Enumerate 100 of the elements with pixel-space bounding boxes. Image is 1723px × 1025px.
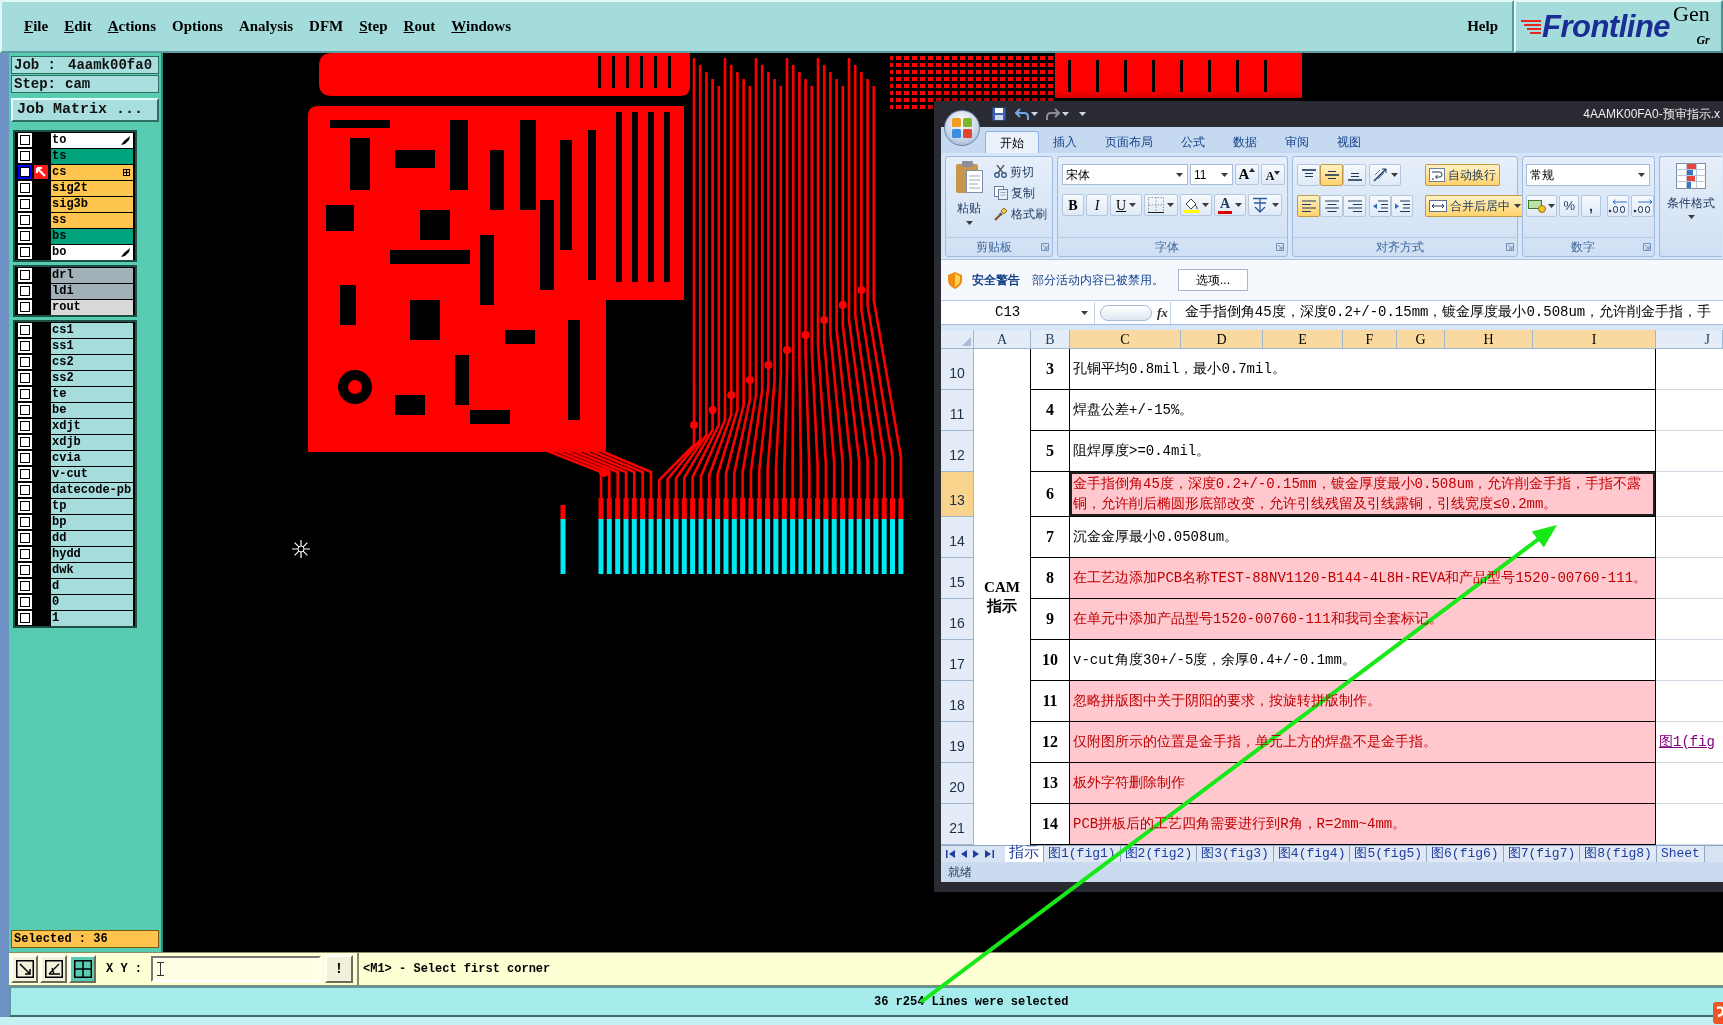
formula-bar-handle[interactable] [1100,304,1152,321]
layer-checkbox[interactable] [18,245,32,259]
column-header[interactable]: D [1181,330,1263,348]
layer-name[interactable]: ss2 [51,370,133,386]
layer-name[interactable]: cs [51,164,133,180]
column-header[interactable]: I [1533,330,1656,348]
grow-font-button[interactable]: A [1235,164,1259,185]
office-button[interactable] [944,110,980,146]
undo-icon[interactable] [1015,108,1029,120]
layer-name[interactable]: tp [51,498,133,514]
align-center-button[interactable] [1320,195,1343,217]
sheet-tab[interactable]: 指示 [1005,846,1044,862]
layer-checkbox[interactable] [18,579,32,593]
italic-button[interactable]: I [1086,194,1108,216]
layer-checkbox[interactable] [18,197,32,211]
menu-item[interactable]: Analysis [238,15,294,38]
job-matrix-button[interactable]: Job Matrix ... [11,98,159,122]
layer-checkbox[interactable] [18,284,32,298]
column-header[interactable]: E [1263,330,1343,348]
tool-button[interactable] [40,955,67,983]
ribbon-tab[interactable]: 视图 [1323,131,1375,153]
last-sheet-icon[interactable] [985,850,994,858]
row-header[interactable]: 20 [941,763,974,804]
layer-checkbox[interactable] [18,149,32,163]
middle-align-button[interactable] [1320,164,1343,186]
layer-name[interactable]: cvia [51,450,133,466]
merge-center-button[interactable]: 合并后居中 [1425,195,1525,217]
first-sheet-icon[interactable] [946,850,955,858]
align-right-button[interactable] [1343,195,1366,217]
redo-icon[interactable] [1046,108,1060,120]
layer-name[interactable]: datecode-pb [51,482,133,498]
copy-button[interactable]: 复制 [992,182,1050,203]
layer-name[interactable]: ts [51,148,133,164]
layer-name[interactable]: cs2 [51,354,133,370]
next-sheet-icon[interactable] [973,850,979,858]
menu-item[interactable]: Windows [451,15,512,38]
formula-field[interactable]: 金手指倒角45度，深度0.2+/-0.15mm，镀金厚度最小0.508um，允许削金手指，手 [1169,301,1723,324]
layer-checkbox[interactable] [18,323,32,337]
row-header[interactable]: 15 [941,558,974,599]
font-color-button[interactable]: A [1214,194,1246,216]
layer-checkbox[interactable] [18,483,32,497]
font-size-field[interactable]: 11 [1190,164,1233,185]
row-header[interactable]: 18 [941,681,974,722]
phonetic-guide-button[interactable] [1248,194,1282,216]
ribbon-tab[interactable]: 插入 [1039,131,1091,153]
layer-checkbox[interactable] [18,387,32,401]
layer-checkbox[interactable] [18,451,32,465]
shrink-font-button[interactable]: A [1261,164,1285,185]
layer-name[interactable]: bo [51,244,133,260]
paste-button[interactable]: 粘贴 [949,160,989,237]
row-header[interactable]: 11 [941,390,974,431]
bottom-align-button[interactable] [1343,164,1366,186]
menu-item[interactable]: Edit [64,15,92,38]
comma-style-button[interactable]: , [1581,195,1601,217]
text-orientation-button[interactable] [1369,164,1401,186]
layer-name[interactable]: ldi [51,283,133,299]
options-button[interactable]: 选项... [1178,269,1248,291]
row-header[interactable]: 16 [941,599,974,640]
column-header[interactable]: C [1070,330,1181,348]
row-header[interactable]: 19 [941,722,974,763]
layer-name[interactable]: to [51,132,133,148]
tool-button[interactable] [69,955,96,983]
layer-checkbox[interactable] [18,339,32,353]
layer-checkbox[interactable] [18,355,32,369]
fill-color-button[interactable] [1180,194,1212,216]
layer-name[interactable]: d [51,578,133,594]
underline-button[interactable]: U [1110,194,1142,216]
insert-function-button[interactable]: fx [1157,302,1168,323]
layer-checkbox[interactable] [18,595,32,609]
layer-checkbox[interactable] [18,371,32,385]
row-header[interactable]: 10 [941,349,974,390]
layer-name[interactable]: v-cut [51,466,133,482]
layer-name[interactable]: sig2t [51,180,133,196]
column-header[interactable]: H [1445,330,1533,348]
sheet-tab[interactable]: 图7(fig7) [1503,846,1581,862]
conditional-format-button[interactable]: 条件格式 [1660,157,1722,219]
menu-item[interactable]: DFM [309,15,344,38]
save-icon[interactable] [992,107,1006,121]
layer-name[interactable]: dwk [51,562,133,578]
row-header[interactable]: 13 [941,472,974,517]
accounting-format-button[interactable] [1526,195,1558,217]
ribbon-tab[interactable]: 页面布局 [1091,131,1167,153]
decrease-indent-button[interactable] [1369,195,1391,217]
layer-name[interactable]: rout [51,299,133,315]
layer-checkbox[interactable] [18,547,32,561]
menu-item[interactable]: Step [359,15,388,38]
layer-name[interactable]: dd [51,530,133,546]
layer-name[interactable]: 0 [51,594,133,610]
xy-input-field[interactable] [151,956,321,982]
column-header[interactable]: A [974,330,1031,348]
ribbon-tab[interactable]: 数据 [1219,131,1271,153]
format-painter-button[interactable]: 格式刷 [992,203,1050,224]
layer-checkbox[interactable] [18,467,32,481]
sheet-tab[interactable]: 图5(fig5) [1350,846,1428,862]
link[interactable]: 图1(fig [1659,731,1715,753]
percent-button[interactable]: % [1559,195,1580,217]
menu-item[interactable]: File [24,15,49,38]
sheet-tab[interactable]: Sheet [1656,846,1705,862]
layer-checkbox[interactable] [18,229,32,243]
column-header[interactable]: J [1656,330,1723,348]
